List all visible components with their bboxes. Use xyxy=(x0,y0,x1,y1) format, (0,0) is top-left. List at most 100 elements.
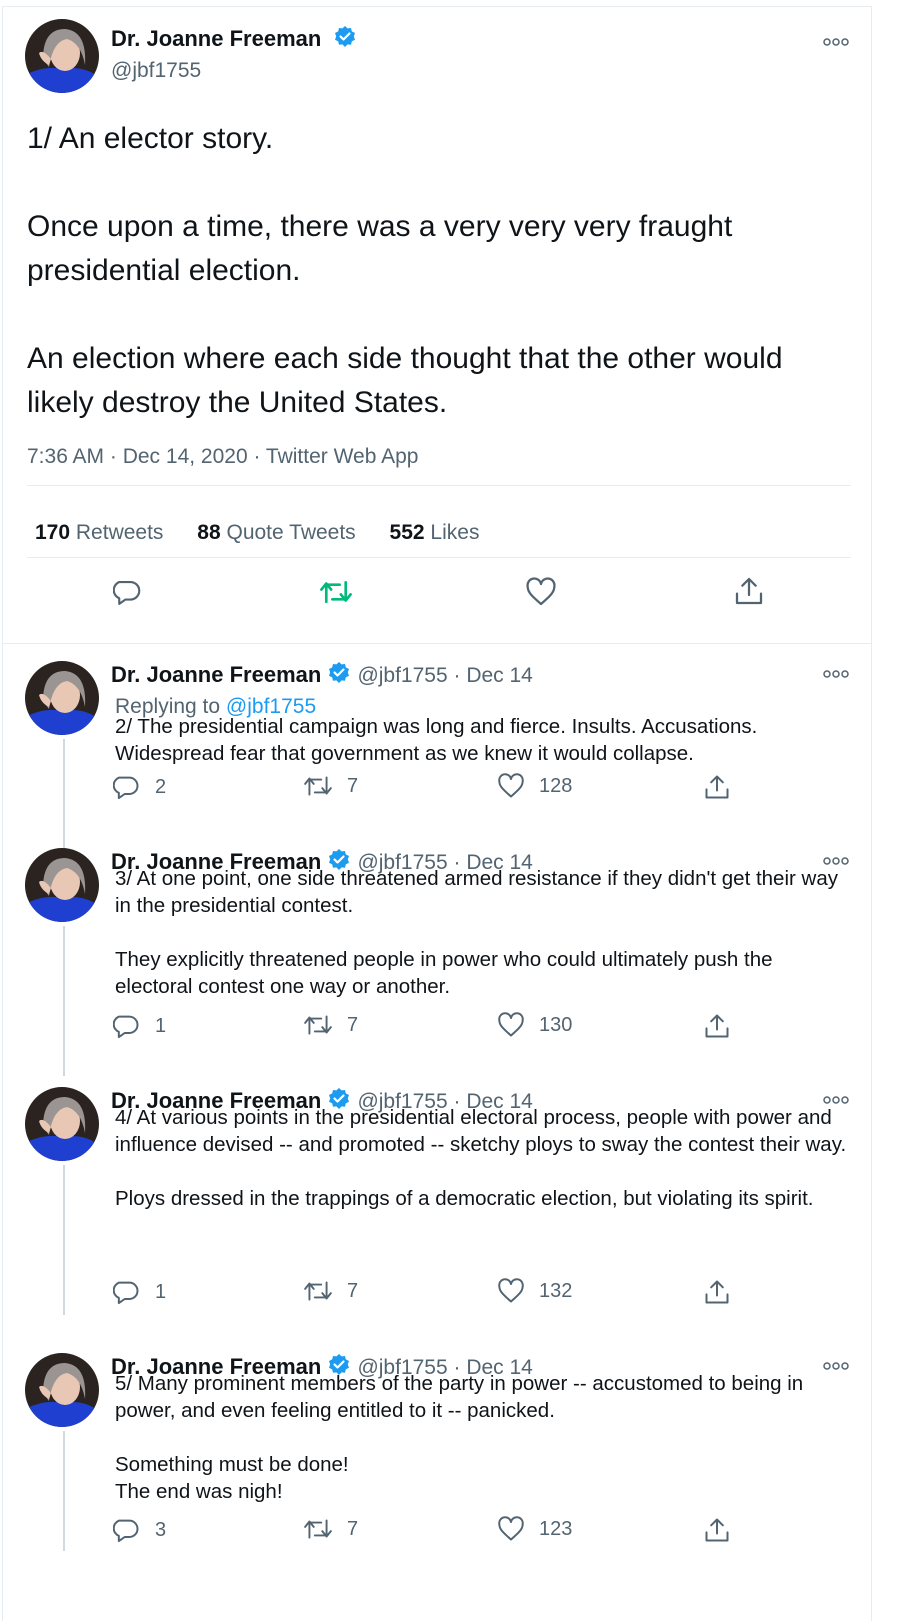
retweets-stat[interactable]: 170 Retweets xyxy=(35,521,163,544)
main-tweet[interactable]: Dr. Joanne Freeman @jbf1755 1/ An electo… xyxy=(3,7,871,644)
like-count: 132 xyxy=(539,1279,573,1302)
tweet-paragraph: They explicitly threatened people in pow… xyxy=(115,948,773,998)
share-upload-icon xyxy=(705,1014,729,1038)
author-handle[interactable]: @jbf1755 xyxy=(111,59,201,83)
author-name-text[interactable]: Dr. Joanne Freeman xyxy=(111,26,321,51)
reply-tweet[interactable]: Dr. Joanne Freeman @jbf1755 · Dec 14 3/ A… xyxy=(3,830,871,1076)
heart-icon xyxy=(498,1012,524,1037)
speech-bubble-icon xyxy=(113,1519,139,1543)
tweet-text: 1/ An elector story. Once upon a time, t… xyxy=(27,117,847,469)
speech-bubble-icon xyxy=(113,1281,139,1305)
retweet-arrows-icon xyxy=(304,1015,332,1035)
reply-tweet[interactable]: Dr. Joanne Freeman @jbf1755 · Dec 14 4/ A… xyxy=(3,1069,871,1328)
quote-tweets-label: Quote Tweets xyxy=(226,521,356,544)
tweet-paragraph: 3/ At one point, one side threatened arm… xyxy=(115,867,838,917)
divider xyxy=(27,485,851,486)
like-count: 123 xyxy=(539,1517,573,1540)
timeline-panel: Dr. Joanne Freeman @jbf1755 1/ An electo… xyxy=(2,6,872,1621)
like-action[interactable]: 130 xyxy=(497,1012,572,1038)
likes-stat[interactable]: 552 Likes xyxy=(390,521,480,544)
share-upload-icon xyxy=(705,1518,729,1542)
more-dots-icon[interactable] xyxy=(823,37,849,47)
heart-icon xyxy=(498,773,524,798)
like-count: 130 xyxy=(539,1013,573,1036)
reply-action[interactable]: 2 xyxy=(113,773,166,801)
like-action[interactable]: 123 xyxy=(497,1516,572,1542)
tweet-paragraph: 1/ An elector story. xyxy=(27,122,274,155)
tweet-text: 2/ The presidential campaign was long an… xyxy=(115,713,855,794)
author-avatar[interactable] xyxy=(25,848,99,922)
share-action[interactable] xyxy=(703,1278,731,1306)
retweets-label: Retweets xyxy=(75,521,164,544)
more-dots-icon[interactable] xyxy=(823,669,849,679)
reply-action[interactable]: 1 xyxy=(113,1278,166,1306)
share-action[interactable] xyxy=(703,773,731,801)
speech-bubble-icon[interactable] xyxy=(113,577,143,607)
tweet-paragraph: 5/ Many prominent members of the party i… xyxy=(115,1372,804,1422)
tweet-text: 3/ At one point, one side threatened arm… xyxy=(115,865,855,1027)
tweet-paragraph: 4/ At various points in the presidential… xyxy=(115,1106,847,1156)
author-avatar[interactable] xyxy=(25,1087,99,1161)
retweet-count: 7 xyxy=(347,1517,359,1540)
retweet-count: 7 xyxy=(347,774,359,797)
tweet-stats: 170 Retweets 88 Quote Tweets 552 Likes xyxy=(35,521,507,545)
tweet-text: 4/ At various points in the presidential… xyxy=(115,1104,855,1239)
reply-count: 1 xyxy=(155,1014,167,1037)
likes-label: Likes xyxy=(430,521,480,544)
verified-badge-icon xyxy=(335,26,356,47)
tweet-paragraph: An election where each side thought that… xyxy=(27,342,783,419)
speech-bubble-icon xyxy=(113,1015,139,1039)
author-name[interactable]: Dr. Joanne Freeman xyxy=(111,25,357,52)
thread-connector-line xyxy=(63,1431,65,1551)
like-count: 128 xyxy=(539,774,573,797)
reply-tweet[interactable]: Dr. Joanne Freeman @jbf1755 · Dec 14 5/ M… xyxy=(3,1335,871,1566)
tweet-text: 5/ Many prominent members of the party i… xyxy=(115,1370,855,1532)
retweet-arrows-icon[interactable] xyxy=(319,577,353,607)
retweet-count: 7 xyxy=(347,1279,359,1302)
retweet-action[interactable]: 7 xyxy=(303,773,358,799)
like-action[interactable]: 132 xyxy=(497,1278,572,1304)
reply-count: 2 xyxy=(155,775,167,798)
share-upload-icon xyxy=(705,775,729,799)
retweet-action[interactable]: 7 xyxy=(303,1516,358,1542)
retweet-arrows-icon xyxy=(304,1281,332,1301)
quote-tweets-count: 88 xyxy=(197,521,221,544)
reply-count: 1 xyxy=(155,1280,167,1303)
thread-connector-line xyxy=(63,1165,65,1315)
retweet-arrows-icon xyxy=(304,776,332,796)
retweets-count: 170 xyxy=(35,521,71,544)
tweet-paragraph: 2/ The presidential campaign was long an… xyxy=(115,715,758,765)
tweet-paragraph: Ploys dressed in the trappings of a demo… xyxy=(115,1187,814,1210)
share-upload-icon xyxy=(705,1280,729,1304)
reply-action[interactable]: 1 xyxy=(113,1012,166,1040)
share-action[interactable] xyxy=(703,1516,731,1544)
retweet-action[interactable]: 7 xyxy=(303,1012,358,1038)
retweet-count: 7 xyxy=(347,1013,359,1036)
retweet-arrows-icon xyxy=(304,1519,332,1539)
verified-badge-icon xyxy=(329,662,350,683)
heart-icon xyxy=(498,1278,524,1303)
share-upload-icon[interactable] xyxy=(733,575,765,607)
author-avatar[interactable] xyxy=(25,661,99,735)
heart-icon xyxy=(498,1516,524,1541)
reply-count: 3 xyxy=(155,1518,167,1541)
thread-connector-line xyxy=(63,926,65,1076)
author-avatar[interactable] xyxy=(25,19,99,93)
quote-tweets-stat[interactable]: 88 Quote Tweets xyxy=(197,521,355,544)
tweet-paragraph: Once upon a time, there was a very very … xyxy=(27,210,733,287)
reply-action[interactable]: 3 xyxy=(113,1516,166,1544)
share-action[interactable] xyxy=(703,1012,731,1040)
retweet-action[interactable]: 7 xyxy=(303,1278,358,1304)
likes-count: 552 xyxy=(389,521,425,544)
author-name-text[interactable]: Dr. Joanne Freeman xyxy=(111,662,321,687)
divider xyxy=(27,557,851,558)
speech-bubble-icon xyxy=(113,776,139,800)
author-avatar[interactable] xyxy=(25,1353,99,1427)
author-name[interactable]: Dr. Joanne Freeman @jbf1755 · Dec 14 xyxy=(111,661,533,688)
like-action[interactable]: 128 xyxy=(497,773,572,799)
heart-icon[interactable] xyxy=(525,577,557,607)
tweet-timestamp[interactable]: 7:36 AM · Dec 14, 2020 · Twitter Web App xyxy=(27,445,418,469)
tweet-paragraph: Something must be done! The end was nigh… xyxy=(115,1453,349,1503)
author-handle-date[interactable]: @jbf1755 · Dec 14 xyxy=(357,664,532,687)
reply-tweet[interactable]: Dr. Joanne Freeman @jbf1755 · Dec 14 Repl… xyxy=(3,643,871,889)
